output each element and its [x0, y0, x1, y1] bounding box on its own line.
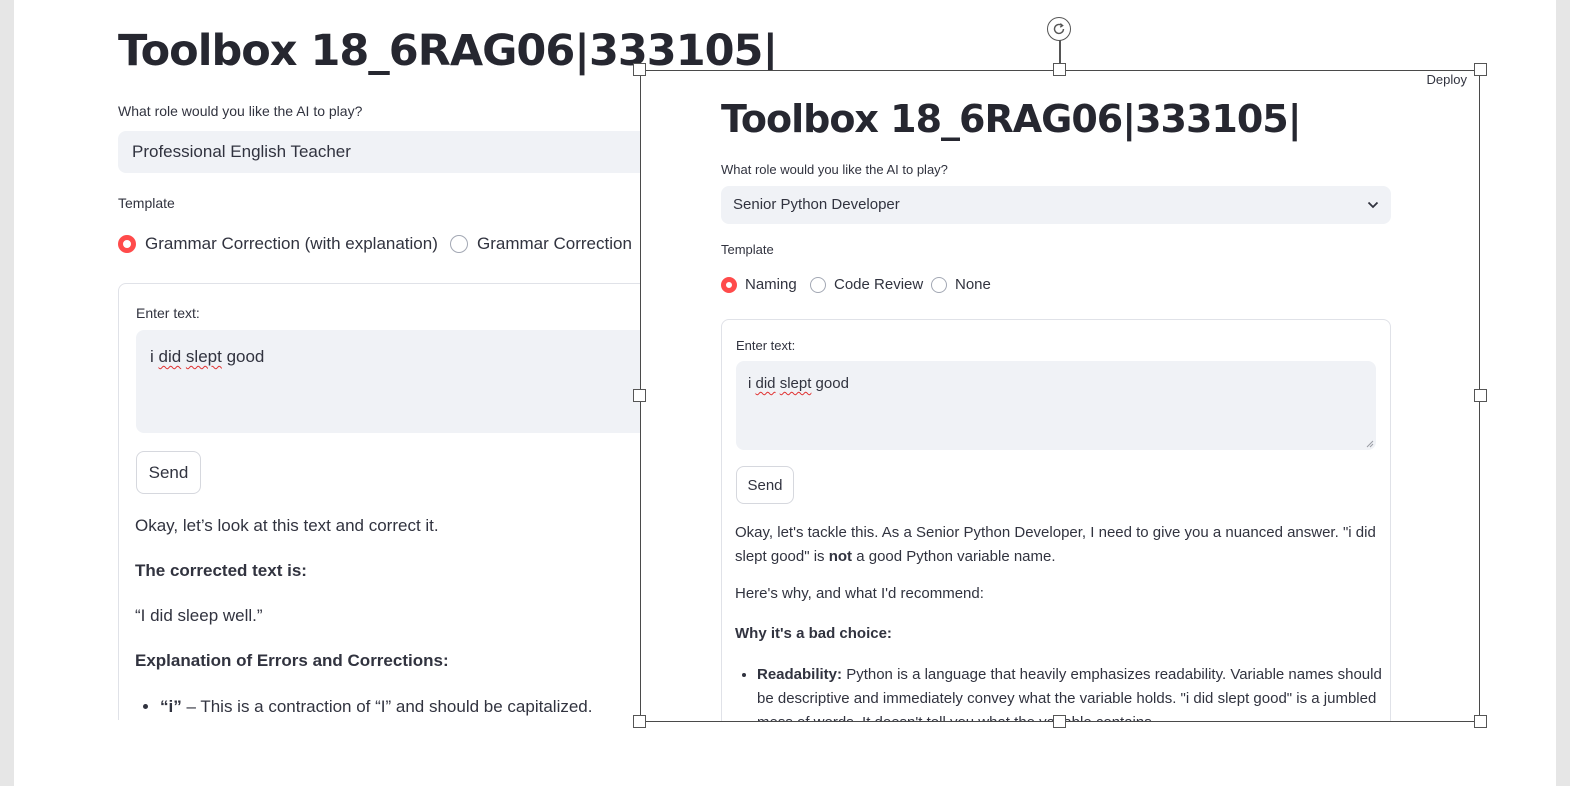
corrected-text: “I did sleep well.”: [135, 606, 263, 625]
deploy-button[interactable]: Deploy: [1427, 72, 1467, 87]
response-intro: Okay, let’s look at this text and correc…: [135, 516, 439, 535]
resize-handle-right[interactable]: [1474, 389, 1487, 402]
radio-grammar-correction-explanation[interactable]: Grammar Correction (with explanation): [118, 234, 438, 254]
corrected-heading: The corrected text is:: [135, 561, 307, 580]
radio-label: Grammar Correction (with explanation): [145, 234, 438, 253]
role-label: What role would you like the AI to play?: [118, 103, 363, 119]
overlay-screenshot[interactable]: Deploy Toolbox 18_6RAG06|333105| What ro…: [640, 70, 1480, 722]
overlay-send-button[interactable]: Send: [736, 466, 794, 504]
overlay-template-label: Template: [721, 242, 774, 257]
resize-handle-top-left[interactable]: [633, 63, 646, 76]
overlay-text-input-value: i did slept good: [748, 375, 849, 392]
radio-unselected-icon: [810, 276, 826, 293]
rotate-icon: [1053, 23, 1065, 35]
rotate-handle[interactable]: [1047, 17, 1071, 41]
role-select[interactable]: Professional English Teacher: [118, 131, 678, 173]
overlay-input-label: Enter text:: [736, 338, 796, 353]
overlay-radio-naming[interactable]: Naming: [721, 276, 797, 293]
list-item: “i” – This is a contraction of “I” and s…: [160, 697, 592, 717]
page: Toolbox 18_6RAG06|333105| What role woul…: [14, 0, 1556, 786]
overlay-radio-none[interactable]: None: [931, 276, 991, 293]
overlay-text-input[interactable]: i did slept good: [736, 361, 1376, 450]
radio-label: Grammar Correction: [477, 234, 632, 253]
resize-handle-top-right[interactable]: [1474, 63, 1487, 76]
radio-label: Code Review: [834, 276, 924, 293]
send-button[interactable]: Send: [136, 451, 201, 494]
explanation-heading: Explanation of Errors and Corrections:: [135, 651, 449, 670]
overlay-response-para-1: Okay, let's tackle this. As a Senior Pyt…: [735, 524, 1376, 565]
input-label: Enter text:: [136, 305, 200, 321]
chevron-down-icon: [1367, 201, 1379, 209]
overlay-response-heading: Why it's a bad choice:: [735, 625, 892, 642]
page-title: Toolbox 18_6RAG06|333105|: [118, 26, 778, 76]
radio-unselected-icon: [450, 235, 468, 253]
resize-handle-top[interactable]: [1053, 63, 1066, 76]
resize-handle-bottom[interactable]: [1053, 715, 1066, 728]
template-label: Template: [118, 195, 175, 211]
overlay-response-para-2: Here's why, and what I'd recommend:: [735, 585, 984, 602]
explanation-list: “i” – This is a contraction of “I” and s…: [160, 697, 592, 717]
radio-label: Naming: [745, 276, 797, 293]
list-item: Readability: Python is a language that h…: [757, 663, 1387, 721]
text-input-value: i did slept good: [150, 347, 265, 366]
radio-label: None: [955, 276, 991, 293]
rotate-handle-line: [1059, 38, 1061, 66]
resize-handle-bottom-left[interactable]: [633, 715, 646, 728]
overlay-role-select[interactable]: Senior Python Developer: [721, 186, 1391, 224]
radio-unselected-icon: [931, 276, 947, 293]
overlay-response-list: Readability: Python is a language that h…: [757, 663, 1387, 721]
radio-selected-icon: [721, 276, 737, 293]
overlay-role-select-value: Senior Python Developer: [733, 196, 900, 213]
overlay-page-title: Toolbox 18_6RAG06|333105|: [721, 97, 1302, 141]
resize-handle-left[interactable]: [633, 389, 646, 402]
resize-handle-bottom-right[interactable]: [1474, 715, 1487, 728]
radio-grammar-correction[interactable]: Grammar Correction: [450, 234, 632, 254]
resize-grip-icon[interactable]: [1366, 440, 1374, 448]
radio-selected-icon: [118, 235, 136, 253]
overlay-radio-code-review[interactable]: Code Review: [810, 276, 923, 293]
role-select-value: Professional English Teacher: [132, 142, 351, 161]
overlay-role-label: What role would you like the AI to play?: [721, 162, 948, 177]
